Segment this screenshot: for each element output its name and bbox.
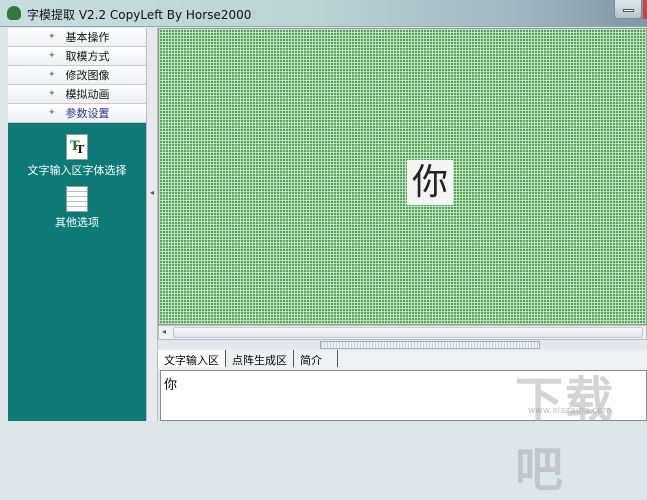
menu-label: 取模方式 <box>65 50 110 63</box>
menu-list: ✦ 基本操作 ✦ 取模方式 ✦ 修改图像 ✦ 模拟动画 ✦ 参数设置 <box>8 28 146 123</box>
scroll-left-icon[interactable]: ◂ <box>162 327 166 336</box>
scroll-thumb[interactable] <box>173 327 643 338</box>
splitter-handle[interactable] <box>320 341 540 349</box>
menu-item-settings[interactable]: ✦ 参数设置 <box>8 104 146 123</box>
vertical-splitter[interactable]: ◂ <box>146 28 158 421</box>
other-options-tool[interactable]: 其他选项 <box>8 186 146 230</box>
title-bar: 字模提取 V2.2 CopyLeft By Horse2000 <box>0 0 647 27</box>
horizontal-scrollbar[interactable]: ◂ <box>158 325 647 340</box>
diamond-icon: ✦ <box>48 89 56 99</box>
diamond-icon: ✦ <box>48 108 56 118</box>
menu-item-edit-image[interactable]: ✦ 修改图像 <box>8 66 146 85</box>
horizontal-splitter[interactable] <box>158 340 647 350</box>
tab-about[interactable]: 简介 <box>294 350 338 367</box>
minimize-button[interactable] <box>614 0 642 19</box>
collapse-left-icon[interactable]: ◂ <box>150 188 154 197</box>
font-select-tool[interactable]: TT 文字输入区字体选择 <box>8 134 146 178</box>
menu-label: 模拟动画 <box>65 88 110 101</box>
diamond-icon: ✦ <box>48 70 56 80</box>
tool-label: 文字输入区字体选择 <box>27 164 127 177</box>
menu-item-animation[interactable]: ✦ 模拟动画 <box>8 85 146 104</box>
tool-label: 其他选项 <box>55 216 99 229</box>
glyph-preview: 你 <box>407 160 453 205</box>
watermark-logo: 下载吧 <box>515 372 616 498</box>
menu-label: 基本操作 <box>65 31 110 44</box>
menu-label: 参数设置 <box>65 107 110 120</box>
menu-item-mode[interactable]: ✦ 取模方式 <box>8 47 146 66</box>
tab-text-input[interactable]: 文字输入区 <box>158 350 226 367</box>
window-title: 字模提取 V2.2 CopyLeft By Horse2000 <box>27 8 252 22</box>
close-button[interactable] <box>643 0 647 19</box>
font-tt-icon: TT <box>66 134 88 160</box>
diamond-icon: ✦ <box>48 51 56 61</box>
document-icon <box>66 186 88 212</box>
app-icon <box>7 6 21 20</box>
diamond-icon: ✦ <box>48 32 56 42</box>
tab-matrix-output[interactable]: 点阵生成区 <box>226 350 294 367</box>
watermark-url: www.xiazaiba.com <box>528 406 612 416</box>
menu-label: 修改图像 <box>65 69 110 82</box>
dot-matrix-canvas[interactable]: 你 <box>158 28 647 325</box>
left-panel: ✦ 基本操作 ✦ 取模方式 ✦ 修改图像 ✦ 模拟动画 ✦ 参数设置 TT 文字输入区字体… <box>8 28 146 421</box>
menu-item-basic[interactable]: ✦ 基本操作 <box>8 28 146 47</box>
